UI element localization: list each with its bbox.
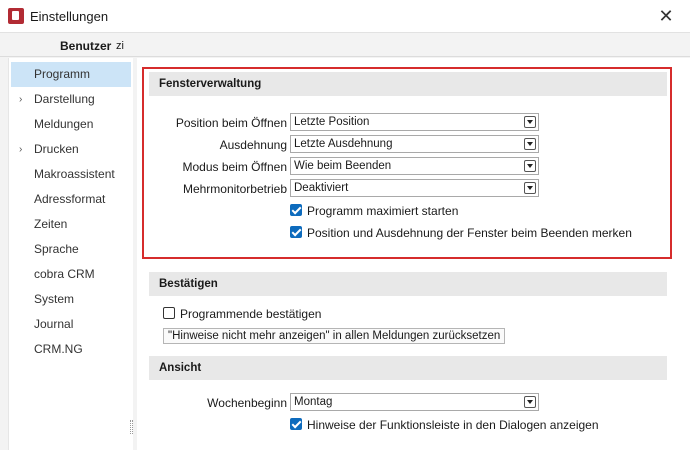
window-title: Einstellungen — [30, 9, 109, 24]
sidebar-item-sprache[interactable]: Sprache — [11, 237, 131, 262]
position-dropdown[interactable]: Letzte Position — [290, 113, 539, 131]
mehrmonitor-dropdown[interactable]: Deaktiviert — [290, 179, 539, 197]
programmende-checkbox[interactable] — [163, 307, 175, 319]
sidebar-item-meldungen[interactable]: Meldungen — [11, 112, 131, 137]
chevron-right-icon[interactable]: › — [19, 87, 22, 112]
section-heading-fensterverwaltung: Fensterverwaltung — [149, 72, 667, 96]
funktionsleiste-checkbox-label[interactable]: Hinweise der Funktionsleiste in den Dial… — [307, 418, 599, 432]
sidebar-item-darstellung[interactable]: › Darstellung — [11, 87, 131, 112]
chevron-down-icon[interactable] — [524, 160, 536, 172]
sidebar-item-label: Programm — [34, 67, 91, 81]
sidebar-item-label: Zeiten — [34, 217, 68, 231]
section-heading-bestaetigen: Bestätigen — [149, 272, 667, 296]
dropdown-value: Deaktiviert — [294, 182, 349, 194]
toolbar-extra-text: zi — [116, 40, 124, 52]
dropdown-value: Montag — [294, 396, 333, 408]
modus-label: Modus beim Öffnen — [182, 160, 287, 174]
sidebar-item-system[interactable]: System — [11, 287, 131, 312]
sidebar-item-cobra-crm[interactable]: cobra CRM — [11, 262, 131, 287]
sidebar-item-label: Meldungen — [34, 117, 94, 131]
sidebar-item-programm[interactable]: Programm — [11, 62, 131, 87]
chevron-down-icon[interactable] — [524, 116, 536, 128]
sidebar-item-journal[interactable]: Journal — [11, 312, 131, 337]
user-tab-label[interactable]: Benutzer — [60, 39, 111, 53]
sidebar: Programm › Darstellung Meldungen › Drucken… — [0, 58, 133, 450]
sidebar-item-label: Journal — [34, 317, 74, 331]
sidebar-item-zeiten[interactable]: Zeiten — [11, 212, 131, 237]
settings-panel: Fensterverwaltung Position beim Öffnen L… — [137, 58, 690, 450]
chevron-down-icon[interactable] — [524, 182, 536, 194]
sidebar-list: Programm › Darstellung Meldungen › Drucken… — [8, 58, 133, 450]
sidebar-item-adressformat[interactable]: Adressformat — [11, 187, 131, 212]
sidebar-item-crm-ng[interactable]: CRM.NG — [11, 337, 131, 362]
dropdown-value: Wie beim Beenden — [294, 160, 392, 172]
chevron-right-icon[interactable]: › — [19, 137, 22, 162]
sidebar-item-label: Adressformat — [34, 192, 106, 206]
wochenbeginn-label: Wochenbeginn — [207, 396, 287, 410]
sidebar-item-makroassistent[interactable]: Makroassistent — [11, 162, 131, 187]
section-heading-ansicht: Ansicht — [149, 356, 667, 380]
sidebar-item-label: Sprache — [34, 242, 79, 256]
maximiert-checkbox-label[interactable]: Programm maximiert starten — [307, 204, 458, 218]
modus-dropdown[interactable]: Wie beim Beenden — [290, 157, 539, 175]
mehrmonitor-label: Mehrmonitorbetrieb — [182, 182, 287, 196]
merken-checkbox-label[interactable]: Position und Ausdehnung der Fenster beim… — [307, 226, 632, 240]
chevron-down-icon[interactable] — [524, 396, 536, 408]
sidebar-item-label: Drucken — [34, 142, 79, 156]
sidebar-item-label: cobra CRM — [34, 267, 95, 281]
toolbar: Benutzer zi — [0, 33, 690, 57]
ausdehnung-dropdown[interactable]: Letzte Ausdehnung — [290, 135, 539, 153]
position-label: Position beim Öffnen — [175, 116, 287, 130]
sidebar-item-label: Makroassistent — [34, 167, 115, 181]
funktionsleiste-checkbox[interactable] — [290, 418, 302, 430]
merken-checkbox[interactable] — [290, 226, 302, 238]
dropdown-value: Letzte Ausdehnung — [294, 138, 393, 150]
sidebar-item-label: CRM.NG — [34, 342, 83, 356]
ausdehnung-label: Ausdehnung — [219, 138, 287, 152]
chevron-down-icon[interactable] — [524, 138, 536, 150]
sidebar-item-label: Darstellung — [34, 92, 95, 106]
app-icon — [8, 8, 24, 24]
wochenbeginn-dropdown[interactable]: Montag — [290, 393, 539, 411]
reset-hints-button[interactable]: "Hinweise nicht mehr anzeigen" in allen … — [163, 328, 506, 344]
close-icon[interactable]: ✕ — [654, 5, 678, 27]
sidebar-item-label: System — [34, 292, 75, 306]
maximiert-checkbox[interactable] — [290, 204, 302, 216]
programmende-checkbox-label[interactable]: Programmende bestätigen — [180, 307, 321, 321]
dropdown-value: Letzte Position — [294, 116, 370, 128]
sidebar-item-drucken[interactable]: › Drucken — [11, 137, 131, 162]
splitter-handle[interactable] — [130, 420, 133, 434]
title-bar: Einstellungen ✕ — [0, 0, 690, 33]
